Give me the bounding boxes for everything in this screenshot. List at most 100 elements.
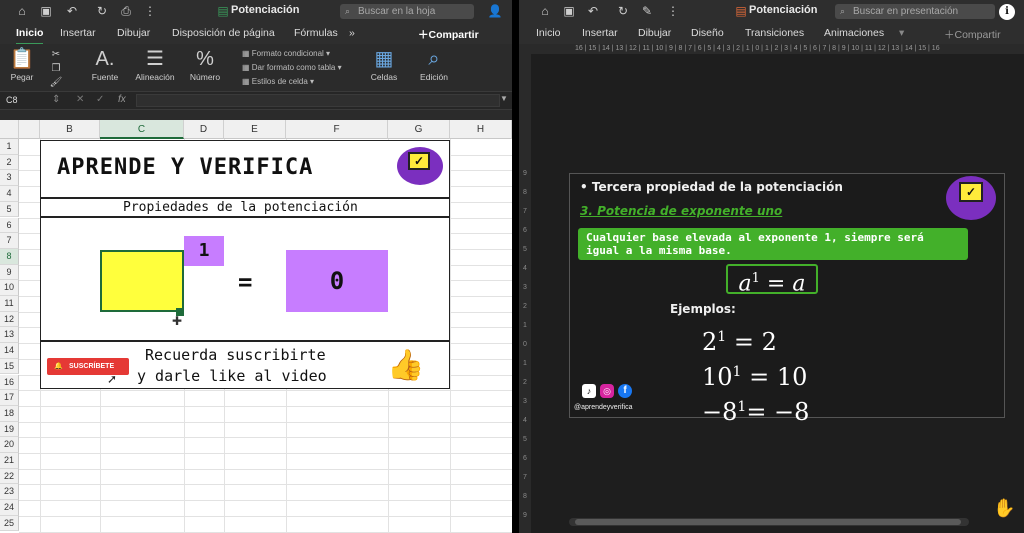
- tab-insertar[interactable]: Insertar: [60, 27, 96, 39]
- row-header-21[interactable]: 21: [0, 453, 19, 469]
- exponent-cell[interactable]: 1: [184, 236, 224, 266]
- save-icon[interactable]: ▣: [561, 3, 577, 19]
- table-format-button[interactable]: ▦ Dar formato como tabla ▾: [242, 63, 342, 72]
- share-button[interactable]: ＋Compartir: [944, 27, 1001, 42]
- ppt-search-input[interactable]: ⌕ Buscar en presentación: [835, 4, 995, 19]
- col-header-h[interactable]: H: [450, 120, 512, 139]
- redo-icon[interactable]: ↻: [94, 3, 110, 19]
- ppt-ribbon-tabs: Inicio Insertar Dibujar Diseño Transicio…: [519, 22, 1024, 44]
- row-header-20[interactable]: 20: [0, 437, 19, 453]
- tab-inicio[interactable]: Inicio: [536, 27, 561, 39]
- tabs-more-icon[interactable]: ▾: [899, 27, 904, 39]
- more-options-icon[interactable]: ⋮: [665, 3, 681, 19]
- row-header-8[interactable]: 8: [0, 248, 19, 265]
- row-header-11[interactable]: 11: [0, 296, 19, 312]
- edit-button[interactable]: ⌕ Edición: [416, 46, 452, 82]
- tab-inicio[interactable]: Inicio: [16, 27, 44, 45]
- row-header-7[interactable]: 7: [0, 233, 19, 249]
- excel-search-input[interactable]: ⌕ Buscar en la hoja: [340, 4, 474, 19]
- slide[interactable]: • Tercera propiedad de la potenciación 3…: [569, 173, 1005, 426]
- row-header-22[interactable]: 22: [0, 468, 19, 485]
- expand-formula-icon[interactable]: ▼: [500, 94, 508, 103]
- name-box-stepper-icon[interactable]: ⇕: [52, 94, 60, 105]
- number-button[interactable]: % Número: [188, 46, 222, 82]
- tab-animaciones[interactable]: Animaciones: [824, 27, 884, 39]
- instagram-icon: ◎: [600, 384, 614, 398]
- select-all-corner[interactable]: [0, 120, 19, 139]
- row-header-10[interactable]: 10: [0, 280, 19, 296]
- split-divider[interactable]: [512, 0, 519, 533]
- col-header-e[interactable]: E: [224, 120, 286, 139]
- examples-label: Ejemplos:: [670, 302, 736, 316]
- row-header-17[interactable]: 17: [0, 390, 19, 406]
- tab-dibujar[interactable]: Dibujar: [117, 27, 150, 39]
- undo-icon[interactable]: ↶: [64, 3, 80, 19]
- col-header-d[interactable]: D: [184, 120, 224, 139]
- row-header-25[interactable]: 25: [0, 515, 19, 532]
- row-header-6[interactable]: 6: [0, 217, 19, 234]
- undo-icon[interactable]: ↶: [585, 3, 601, 19]
- redo-icon[interactable]: ↻: [615, 3, 631, 19]
- name-box[interactable]: C8: [6, 95, 18, 105]
- confirm-icon[interactable]: ✓: [96, 94, 104, 105]
- base-cell-c8[interactable]: [100, 250, 184, 312]
- more-options-icon[interactable]: ⋮: [142, 3, 158, 19]
- row-header-24[interactable]: 24: [0, 500, 19, 516]
- brand-logo: ✓: [946, 176, 996, 220]
- cancel-icon[interactable]: ✕: [76, 94, 84, 105]
- formula-box: a1 = a: [726, 264, 818, 296]
- tabs-more[interactable]: »: [349, 27, 355, 39]
- cond-format-button[interactable]: ▦ Formato condicional ▾: [242, 49, 330, 58]
- cell-styles-button[interactable]: ▦ Estilos de celda ▾: [242, 77, 314, 86]
- col-header-f[interactable]: F: [286, 120, 388, 139]
- speaker-thumbnail-icon: ✋: [993, 498, 1016, 518]
- cells-button[interactable]: ▦ Celdas: [366, 46, 402, 82]
- info-icon[interactable]: i: [999, 4, 1015, 20]
- row-header-13[interactable]: 13: [0, 327, 19, 344]
- paste-button[interactable]: 📋 Pegar: [8, 46, 36, 82]
- tab-insertar[interactable]: Insertar: [582, 27, 618, 39]
- home-icon[interactable]: ⌂: [537, 3, 553, 19]
- row-header-12[interactable]: 12: [0, 311, 19, 328]
- row-header-4[interactable]: 4: [0, 186, 19, 202]
- print-icon[interactable]: ⎙: [118, 3, 134, 19]
- tab-diseno[interactable]: Diseño: [691, 27, 724, 39]
- row-header-19[interactable]: 19: [0, 421, 19, 438]
- tab-disposicion[interactable]: Disposición de página: [172, 27, 275, 39]
- col-header-c[interactable]: C: [100, 120, 184, 139]
- row-header-2[interactable]: 2: [0, 154, 19, 171]
- row-header-5[interactable]: 5: [0, 201, 19, 218]
- row-header-23[interactable]: 23: [0, 484, 19, 501]
- scrollbar-thumb[interactable]: [575, 519, 961, 525]
- slide-bullet-title: • Tercera propiedad de la potenciación: [580, 180, 843, 194]
- row-header-3[interactable]: 3: [0, 170, 19, 187]
- account-icon[interactable]: 👤: [487, 3, 503, 19]
- align-button[interactable]: ☰ Alineación: [134, 46, 176, 82]
- home-icon[interactable]: ⌂: [14, 3, 30, 19]
- fx-icon[interactable]: fx: [118, 94, 126, 105]
- bullet-title-text: Tercera propiedad de la potenciación: [591, 180, 843, 194]
- col-header-b[interactable]: B: [40, 120, 100, 139]
- row-header-1[interactable]: 1: [0, 139, 19, 155]
- tab-dibujar[interactable]: Dibujar: [638, 27, 671, 39]
- edit-label: Edición: [420, 72, 448, 82]
- save-icon[interactable]: ▣: [38, 3, 54, 19]
- horizontal-scrollbar[interactable]: [569, 518, 969, 526]
- share-button[interactable]: ＋Compartir: [418, 27, 479, 42]
- tab-transiciones[interactable]: Transiciones: [745, 27, 804, 39]
- spreadsheet-grid[interactable]: B C D E F G H APRENDE Y VERIFICA ✓ Propi…: [0, 120, 512, 533]
- col-header-g[interactable]: G: [388, 120, 450, 139]
- row-header-14[interactable]: 14: [0, 343, 19, 359]
- result-cell[interactable]: 0: [286, 250, 388, 312]
- edit-icon[interactable]: ✎: [639, 3, 655, 19]
- row-header-18[interactable]: 18: [0, 405, 19, 422]
- row-header-16[interactable]: 16: [0, 374, 19, 391]
- formula-input[interactable]: [136, 94, 500, 107]
- tab-formulas[interactable]: Fórmulas: [294, 27, 338, 39]
- col-header-a[interactable]: [19, 120, 40, 139]
- clipboard-tools[interactable]: ✂ ❐ 🖌: [48, 48, 64, 90]
- row-header-9[interactable]: 9: [0, 264, 19, 281]
- font-button[interactable]: A. Fuente: [88, 46, 122, 82]
- row-header-15[interactable]: 15: [0, 358, 19, 375]
- rule-box: Cualquier base elevada al exponente 1, s…: [578, 228, 968, 260]
